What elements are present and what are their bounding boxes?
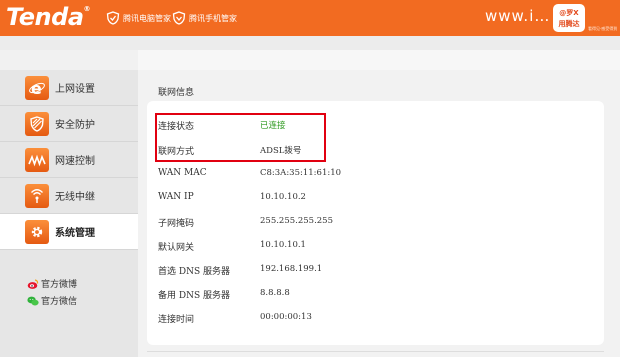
tenda-logo[interactable]: Tenda® xyxy=(6,3,90,31)
primary-dns-value: 192.168.199.1 xyxy=(260,264,323,274)
sidebar-item-label: 上网设置 xyxy=(55,84,95,95)
wan-ip-value: 10.10.10.2 xyxy=(260,192,306,202)
sidebar-item-speed-control[interactable]: 网速控制 xyxy=(0,142,138,178)
card-bottom-divider xyxy=(147,351,604,352)
main-top-band xyxy=(138,50,620,70)
default-gateway-value: 10.10.10.1 xyxy=(260,240,306,250)
wechat-label: 官方微信 xyxy=(41,297,78,307)
sidebar-top-band xyxy=(0,50,138,70)
secondary-dns-value: 8.8.8.8 xyxy=(260,288,290,298)
sidebar-item-label: 网速控制 xyxy=(55,156,95,167)
gear-icon xyxy=(25,219,49,244)
badge-line-1: @罗X xyxy=(559,9,579,17)
weibo-label: 官方微博 xyxy=(41,280,78,290)
top-header: Tenda® 腾讯电脑管家 腾讯手机管家 www.i… @罗X 用腾达 看得见·… xyxy=(0,0,620,36)
sidebar-item-system-management[interactable]: 系统管理 xyxy=(0,214,138,250)
badge-line-2: 用腾达 xyxy=(558,20,580,28)
wechat-icon xyxy=(27,296,39,305)
info-row-label: 首选 DNS 服务器 xyxy=(158,267,230,277)
pc-manager-label: 腾讯电脑管家 xyxy=(123,13,171,23)
highlight-annotation-box xyxy=(155,113,326,162)
mobile-manager-link[interactable]: 腾讯手机管家 xyxy=(172,11,237,25)
sidebar-item-internet-settings[interactable]: e 上网设置 xyxy=(0,70,138,106)
sidebar-item-security[interactable]: 安全防护 xyxy=(0,106,138,142)
sidebar-item-label: 系统管理 xyxy=(55,228,95,239)
pc-manager-shield-icon xyxy=(106,11,120,25)
info-row-label: 备用 DNS 服务器 xyxy=(158,291,230,301)
sidebar-item-wireless-relay[interactable]: 无线中继 xyxy=(0,178,138,214)
internet-e-icon: e xyxy=(25,75,49,100)
logo-text: Tenda xyxy=(6,3,84,31)
badge-caption: 看得见·感受得到 xyxy=(588,26,618,31)
speed-wave-icon xyxy=(25,147,49,172)
watermark-text: www.i… xyxy=(485,7,551,25)
pc-manager-link[interactable]: 腾讯电脑管家 xyxy=(106,11,171,25)
subnet-mask-value: 255.255.255.255 xyxy=(260,216,334,226)
mobile-manager-shield-icon xyxy=(172,11,186,25)
wan-mac-value: C8:3A:35:11:61:10 xyxy=(260,168,342,178)
sidebar-item-label: 无线中继 xyxy=(55,192,95,203)
info-row-label: 默认网关 xyxy=(158,243,195,253)
official-weibo-link[interactable]: 官方微博 xyxy=(27,277,77,290)
brand-badge: @罗X 用腾达 xyxy=(553,4,585,32)
info-row-label: WAN IP xyxy=(158,192,194,202)
info-row-label: 连接时间 xyxy=(158,315,195,325)
connection-time-value: 00:00:00:13 xyxy=(260,312,312,322)
info-row-label: 子网掩码 xyxy=(158,219,195,229)
logo-registered-mark: ® xyxy=(83,5,91,13)
official-wechat-link[interactable]: 官方微信 xyxy=(27,294,77,307)
wireless-relay-icon xyxy=(25,183,49,208)
shield-stripes-icon xyxy=(25,111,49,136)
panel-title: 联网信息 xyxy=(158,88,195,98)
info-row-label: WAN MAC xyxy=(158,168,207,178)
mobile-manager-label: 腾讯手机管家 xyxy=(189,13,237,23)
sidebar-item-label: 安全防护 xyxy=(55,120,95,131)
weibo-icon xyxy=(27,278,39,289)
svg-text:e: e xyxy=(31,79,42,97)
